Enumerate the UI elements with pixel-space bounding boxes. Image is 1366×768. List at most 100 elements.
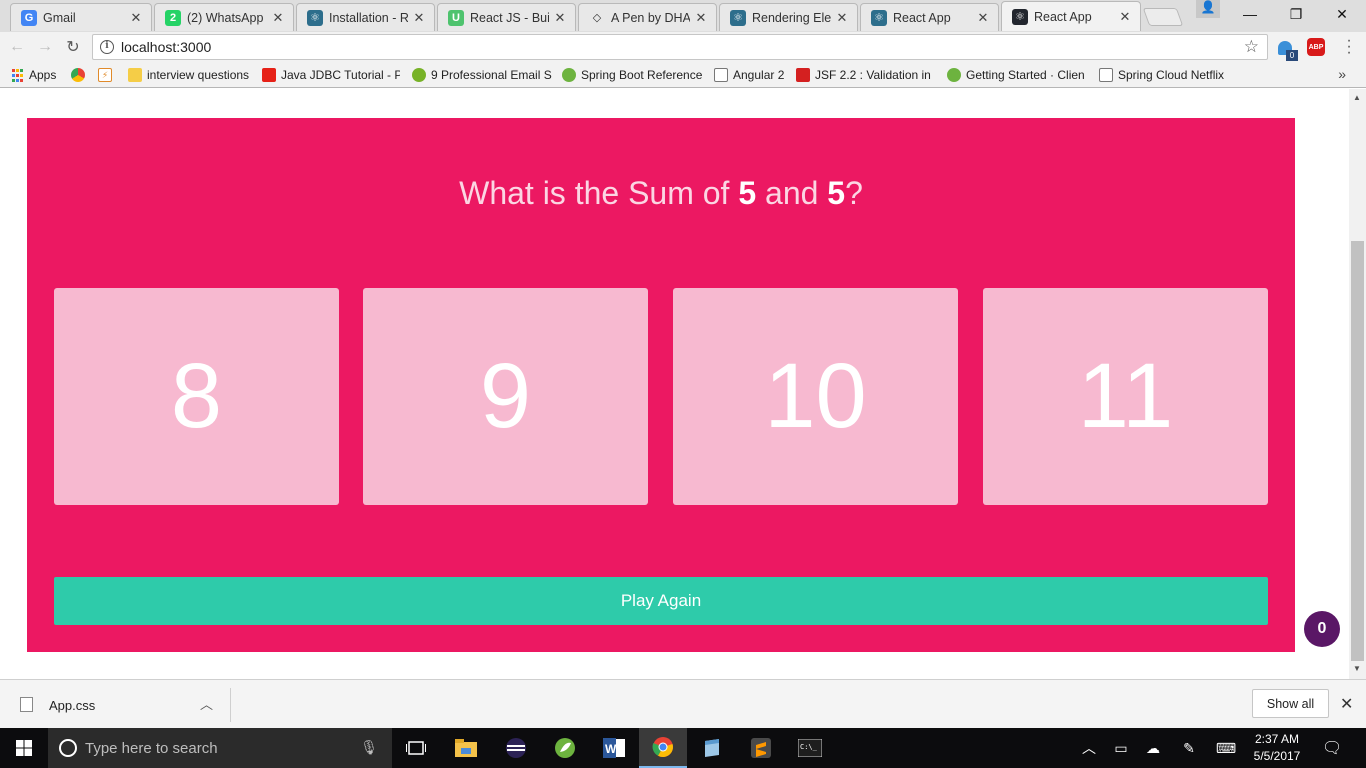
chrome-taskbar-icon[interactable] xyxy=(639,728,687,768)
close-tab-icon[interactable]: ✕ xyxy=(835,10,849,26)
score-badge[interactable]: 0 xyxy=(1304,611,1340,647)
word-icon[interactable]: W xyxy=(590,728,638,768)
scroll-down-icon[interactable]: ▼ xyxy=(1353,664,1361,673)
download-shelf: App.css ︿ Show all ✕ xyxy=(0,679,1366,728)
question-prefix: What is the Sum of xyxy=(459,175,739,211)
react-icon: ⚛ xyxy=(871,9,887,26)
minimize-button[interactable]: — xyxy=(1227,0,1273,28)
browser-tab[interactable]: U React JS - Build ✕ xyxy=(437,3,576,31)
download-file-name[interactable]: App.css xyxy=(49,698,95,713)
bookmark-item[interactable]: JSF 2.2 : Validation in xyxy=(796,66,939,84)
bookmark-item[interactable]: Angular 2 xyxy=(714,66,788,84)
bookmark-label: Getting Started · Clien xyxy=(966,68,1085,82)
show-all-button[interactable]: Show all xyxy=(1252,689,1329,718)
play-again-button[interactable]: Play Again xyxy=(54,577,1268,625)
scrollbar-thumb[interactable] xyxy=(1351,241,1364,661)
clock-time: 2:37 AM xyxy=(1254,732,1300,746)
notification-icon[interactable]: 🗨 xyxy=(1322,738,1342,758)
battery-icon[interactable]: ▭ xyxy=(1110,728,1132,768)
address-bar[interactable]: i localhost:3000 ☆ xyxy=(92,34,1268,60)
close-shelf-icon[interactable]: ✕ xyxy=(1340,694,1353,714)
file-icon xyxy=(20,697,33,712)
flash-bookmark[interactable]: ⚡ xyxy=(98,66,117,84)
command-prompt-icon[interactable]: C:\_ xyxy=(786,728,834,768)
adblock-icon[interactable]: ABP xyxy=(1307,38,1325,56)
eclipse-icon[interactable] xyxy=(492,728,540,768)
answer-option[interactable]: 8 xyxy=(54,288,339,505)
spring-icon xyxy=(947,68,961,82)
answer-option[interactable]: 11 xyxy=(983,288,1268,505)
pen-ink-icon[interactable]: ✎ xyxy=(1178,728,1200,768)
back-button[interactable]: ← xyxy=(6,36,28,58)
bookmark-label: Angular 2 xyxy=(733,68,785,82)
taskbar: Type here to search 🎙 W C:\_ ︿ ▭ ☁ ✎ ⌨ 2… xyxy=(0,728,1366,768)
browser-toolbar: ← → ↻ i localhost:3000 ☆ 0 ABP · · · xyxy=(0,32,1366,62)
address-url[interactable]: localhost:3000 xyxy=(121,35,211,59)
question-suffix: ? xyxy=(845,175,863,211)
system-clock[interactable]: 2:37 AM 5/5/2017 xyxy=(1240,731,1314,765)
spring-icon xyxy=(562,68,576,82)
bookmark-item[interactable]: Java JDBC Tutorial - P xyxy=(262,66,400,84)
onedrive-icon[interactable]: ☁ xyxy=(1142,728,1164,768)
cortana-icon xyxy=(59,739,77,757)
restore-button[interactable]: ❐ xyxy=(1273,0,1319,28)
chrome-bookmark[interactable] xyxy=(71,66,90,84)
close-tab-icon[interactable]: ✕ xyxy=(129,10,143,26)
browser-tab[interactable]: ⚛ Rendering Elem ✕ xyxy=(719,3,858,31)
codepen-icon: ◇ xyxy=(589,9,605,26)
bookmark-item[interactable]: Getting Started · Clien xyxy=(947,66,1087,84)
bookmark-item[interactable]: 9 Professional Email S xyxy=(412,66,552,84)
bookmark-item[interactable]: Spring Cloud Netflix xyxy=(1099,66,1229,84)
windows-start-icon[interactable] xyxy=(0,728,48,768)
apps-bookmark[interactable]: Apps xyxy=(10,66,56,84)
site-info-icon[interactable]: i xyxy=(100,40,114,54)
new-tab-button[interactable] xyxy=(1142,8,1184,26)
close-tab-icon[interactable]: ✕ xyxy=(412,10,426,26)
bookmark-item[interactable]: Spring Boot Reference xyxy=(562,66,702,84)
browser-tab[interactable]: 2 (2) WhatsApp ✕ xyxy=(154,3,294,31)
question-text: What is the Sum of 5 and 5? xyxy=(27,175,1295,212)
profile-icon[interactable]: 👤 xyxy=(1196,0,1220,18)
bookmark-label: Spring Cloud Netflix xyxy=(1118,68,1225,82)
tab-strip: G Gmail ✕ 2 (2) WhatsApp ✕ ⚛ Installation - Re ✕… xyxy=(0,0,1366,32)
answer-option[interactable]: 9 xyxy=(363,288,648,505)
browser-tab[interactable]: G Gmail ✕ xyxy=(10,3,152,31)
keyboard-icon[interactable]: ⌨ xyxy=(1212,728,1240,768)
bookmarks-overflow-icon[interactable]: » xyxy=(1338,66,1346,82)
bookmark-label: Spring Boot Reference xyxy=(581,68,702,82)
browser-menu-icon[interactable]: · · · xyxy=(1343,33,1355,61)
browser-tab[interactable]: ⚛ React App ✕ xyxy=(860,3,999,31)
close-tab-icon[interactable]: ✕ xyxy=(553,10,567,26)
folder-icon xyxy=(128,68,142,82)
close-tab-icon[interactable]: ✕ xyxy=(1118,9,1132,25)
reload-button[interactable]: ↻ xyxy=(62,36,84,58)
taskbar-search[interactable]: Type here to search 🎙 xyxy=(48,728,392,768)
notepad-icon[interactable] xyxy=(688,728,736,768)
spring-tool-suite-icon[interactable] xyxy=(541,728,589,768)
show-hidden-icons-icon[interactable]: ︿ xyxy=(1078,728,1100,768)
close-tab-icon[interactable]: ✕ xyxy=(694,10,708,26)
close-tab-icon[interactable]: ✕ xyxy=(271,10,285,26)
page-icon xyxy=(1099,68,1113,82)
react-icon: ⚛ xyxy=(1012,8,1028,25)
scroll-up-icon[interactable]: ▲ xyxy=(1353,93,1361,102)
microphone-icon[interactable]: 🎙 xyxy=(360,739,378,756)
close-window-button[interactable]: ✕ xyxy=(1319,0,1365,28)
sublime-text-icon[interactable] xyxy=(737,728,785,768)
file-explorer-icon[interactable] xyxy=(442,728,490,768)
yoast-icon xyxy=(412,68,426,82)
bookmark-star-icon[interactable]: ☆ xyxy=(1244,37,1259,57)
close-tab-icon[interactable]: ✕ xyxy=(976,10,990,26)
browser-tab[interactable]: ⚛ React App ✕ xyxy=(1001,1,1141,31)
bookmark-label: interview questions xyxy=(147,68,250,82)
chevron-up-icon[interactable]: ︿ xyxy=(200,694,213,713)
browser-tab[interactable]: ⚛ Installation - Re ✕ xyxy=(296,3,435,31)
browser-tab[interactable]: ◇ A Pen by DHAR ✕ xyxy=(578,3,717,31)
gmail-icon: G xyxy=(21,9,37,26)
bookmark-item[interactable]: interview questions xyxy=(128,66,253,84)
answer-option[interactable]: 10 xyxy=(673,288,958,505)
tab-title: Installation - Re xyxy=(329,10,408,25)
task-view-icon[interactable] xyxy=(392,728,440,768)
page-scrollbar[interactable]: ▲ ▼ xyxy=(1349,89,1366,679)
forward-button[interactable]: → xyxy=(34,36,56,58)
